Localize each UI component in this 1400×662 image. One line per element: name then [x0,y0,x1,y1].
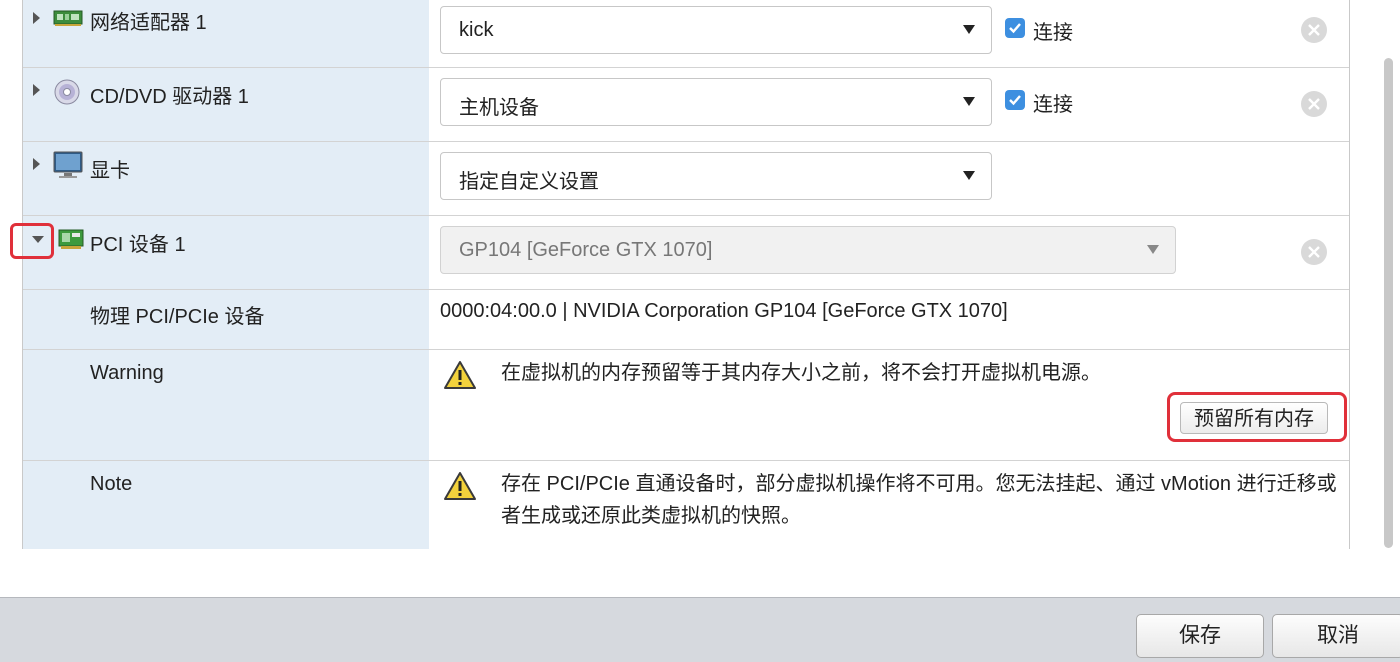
cd-dvd-label: CD/DVD 驱动器 1 [90,86,249,108]
physical-pci-value: 0000:04:00.0 | NVIDIA Corporation GP104 … [440,300,1008,322]
hardware-settings-panel: 网络适配器 1 kick 连接 CD/DVD 驱动器 1 主机设备 连接 显卡 … [22,0,1350,549]
video-card-select[interactable]: 指定自定义设置 [440,152,992,200]
note-label: Note [90,473,133,495]
reserve-highlight: 预留所有内存 [1167,392,1347,442]
network-connect-label: 连接 [1033,22,1073,44]
toggle-highlight [10,223,54,259]
note-row: Note 存在 PCI/PCIe 直通设备时，部分虚拟机操作将不可用。您无法挂起… [23,461,1349,549]
remove-network-adapter-button[interactable] [1301,17,1327,43]
cd-dvd-select[interactable]: 主机设备 [440,78,992,126]
warning-icon [443,471,477,501]
network-adapter-icon [53,8,83,32]
monitor-icon [53,150,83,178]
cd-dvd-select-value: 主机设备 [459,97,539,119]
network-select-value: kick [459,19,494,41]
save-button[interactable]: 保存 [1136,614,1264,658]
remove-pci-device-button[interactable] [1301,239,1327,265]
pci-card-icon [58,228,88,252]
close-icon [1308,246,1320,258]
video-card-row: 显卡 指定自定义设置 [23,142,1349,216]
cd-dvd-connect-label: 连接 [1033,94,1073,116]
expand-network-adapter-toggle[interactable] [33,12,40,24]
physical-pci-label: 物理 PCI/PCIe 设备 [90,306,265,328]
network-adapter-label: 网络适配器 1 [90,12,207,34]
reserve-all-memory-button[interactable]: 预留所有内存 [1180,402,1328,434]
remove-cd-dvd-button[interactable] [1301,91,1327,117]
expand-video-card-toggle[interactable] [33,158,40,170]
cd-dvd-connect-checkbox[interactable] [1005,90,1025,110]
chevron-down-icon [1147,245,1159,254]
warning-message: 在虚拟机的内存预留等于其内存大小之前，将不会打开虚拟机电源。 [501,362,1101,384]
checkmark-icon [1009,95,1021,106]
note-message: 存在 PCI/PCIe 直通设备时，部分虚拟机操作将不可用。您无法挂起、通过 v… [501,473,1337,527]
warning-label: Warning [90,362,164,384]
warning-icon [443,360,477,390]
pci-device-select-value: GP104 [GeForce GTX 1070] [459,239,713,261]
close-icon [1308,24,1320,36]
dialog-footer: 保存 取消 [0,597,1400,662]
chevron-down-icon [963,25,975,34]
network-connect-checkbox[interactable] [1005,18,1025,38]
cd-dvd-row: CD/DVD 驱动器 1 主机设备 连接 [23,68,1349,142]
close-icon [1308,98,1320,110]
video-card-label: 显卡 [90,160,130,182]
video-card-select-value: 指定自定义设置 [459,171,599,193]
cancel-button[interactable]: 取消 [1272,614,1400,658]
warning-row: Warning 在虚拟机的内存预留等于其内存大小之前，将不会打开虚拟机电源。 预… [23,350,1349,461]
pci-device-row: PCI 设备 1 GP104 [GeForce GTX 1070] [23,216,1349,290]
network-adapter-row: 网络适配器 1 kick 连接 [23,0,1349,68]
cd-dvd-icon [53,78,83,105]
chevron-down-icon [963,97,975,106]
vertical-scrollbar[interactable] [1384,58,1393,548]
pci-device-label: PCI 设备 1 [90,234,186,256]
pci-device-select[interactable]: GP104 [GeForce GTX 1070] [440,226,1176,274]
network-select[interactable]: kick [440,6,992,54]
chevron-down-icon [963,171,975,180]
expand-cd-dvd-toggle[interactable] [33,84,40,96]
checkmark-icon [1009,23,1021,34]
physical-pci-row: 物理 PCI/PCIe 设备 0000:04:00.0 | NVIDIA Cor… [23,290,1349,350]
